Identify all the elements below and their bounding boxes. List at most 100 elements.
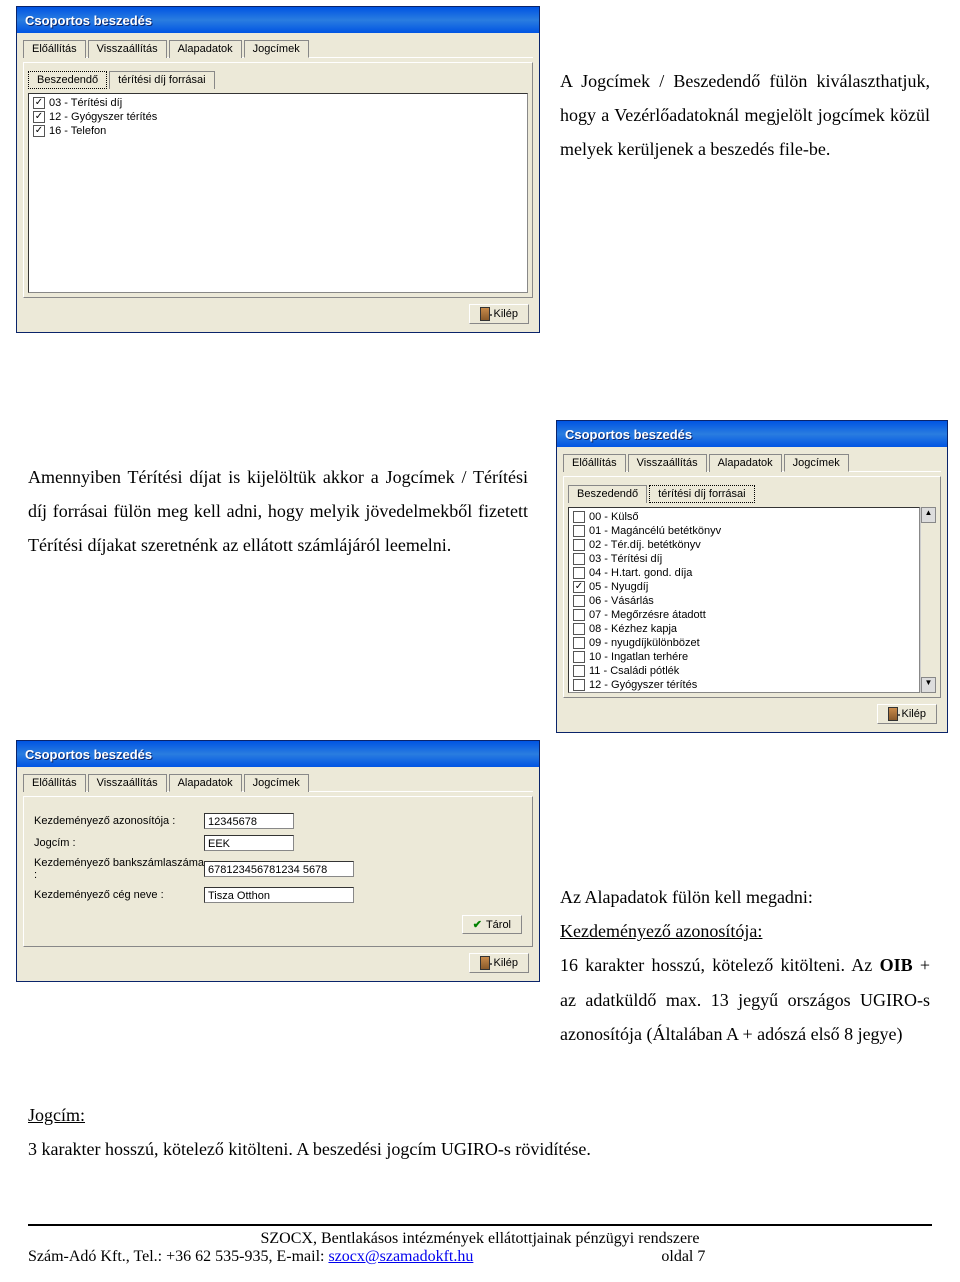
paragraph-2: Amennyiben Térítési díjat is kijelöltük … — [28, 460, 528, 563]
tab-jogcimek[interactable]: Jogcímek — [784, 454, 849, 472]
paragraph-3: Az Alapadatok fülön kell megadni: Kezdem… — [560, 880, 930, 1051]
scroll-down-icon[interactable]: ▼ — [921, 677, 936, 693]
scrollbar[interactable]: ▲ ▼ — [920, 507, 936, 693]
ceg-input[interactable]: Tisza Otthon — [204, 887, 354, 903]
list-item[interactable]: 06 - Vásárlás — [571, 594, 917, 608]
list-item[interactable]: 08 - Kézhez kapja — [571, 622, 917, 636]
checkbox-icon[interactable] — [573, 525, 585, 537]
list-item[interactable]: 00 - Külső — [571, 510, 917, 524]
checkbox-icon[interactable] — [573, 511, 585, 523]
para3-text-pre: 16 karakter hosszú, kötelező kitölteni. … — [560, 955, 880, 975]
checkbox-icon[interactable] — [573, 567, 585, 579]
checklist[interactable]: 03 - Térítési díj 12 - Gyógyszer térítés… — [28, 93, 528, 293]
checkbox-icon[interactable] — [33, 97, 45, 109]
footer-email-link[interactable]: szocx@szamadokft.hu — [328, 1248, 473, 1265]
checkbox-icon[interactable] — [573, 623, 585, 635]
checkbox-icon[interactable] — [33, 111, 45, 123]
para3-line1: Az Alapadatok fülön kell megadni: — [560, 880, 930, 914]
list-item[interactable]: 12 - Gyógyszer térítés — [571, 678, 917, 692]
list-item[interactable]: 03 - Térítési díj — [31, 96, 525, 110]
list-item[interactable]: 12 - Gyógyszer térítés — [31, 110, 525, 124]
item-label: 10 - Ingatlan terhére — [589, 650, 688, 664]
checkbox-icon[interactable] — [573, 553, 585, 565]
list-item[interactable]: 04 - H.tart. gond. díja — [571, 566, 917, 580]
window-jogcimek-beszedendo: Csoportos beszedés Előállítás Visszaállí… — [16, 6, 540, 333]
exit-button[interactable]: Kilép — [469, 953, 529, 973]
main-tabs: Előállítás Visszaállítás Alapadatok Jogc… — [23, 39, 533, 58]
jogcim-input[interactable]: EEK — [204, 835, 294, 851]
tab-jogcimek[interactable]: Jogcímek — [244, 774, 309, 792]
list-item[interactable]: 03 - Térítési díj — [571, 552, 917, 566]
tab-visszaallitas[interactable]: Visszaállítás — [628, 454, 707, 472]
list-item[interactable]: 05 - Nyugdíj — [571, 580, 917, 594]
window-teritesi-forrasai: Csoportos beszedés Előállítás Visszaállí… — [556, 420, 948, 733]
exit-button[interactable]: Kilép — [877, 704, 937, 724]
checkbox-icon[interactable] — [33, 125, 45, 137]
list-item[interactable]: 11 - Családi pótlék — [571, 664, 917, 678]
subtab-beszedendo[interactable]: Beszedendő — [28, 71, 107, 89]
paragraph-4: Jogcím: 3 karakter hosszú, kötelező kitö… — [28, 1098, 928, 1166]
item-label: 16 - Telefon — [49, 124, 106, 138]
checkbox-icon[interactable] — [573, 609, 585, 621]
tab-jogcimek[interactable]: Jogcímek — [244, 40, 309, 58]
window-title: Csoportos beszedés — [25, 13, 152, 28]
subtab-teritesi[interactable]: térítési díj forrásai — [109, 71, 214, 89]
item-label: 06 - Vásárlás — [589, 594, 654, 608]
tab-alapadatok[interactable]: Alapadatok — [169, 40, 242, 58]
item-label: 02 - Tér.díj. betétkönyv — [589, 538, 701, 552]
check-icon: ✔ — [473, 918, 482, 931]
tab-alapadatok[interactable]: Alapadatok — [709, 454, 782, 472]
footer-page: oldal 7 — [661, 1248, 705, 1265]
tab-eloallitas[interactable]: Előállítás — [23, 40, 86, 58]
tab-eloallitas[interactable]: Előállítás — [23, 774, 86, 792]
titlebar[interactable]: Csoportos beszedés — [17, 7, 539, 33]
para3-bold: OIB — [880, 955, 913, 975]
checkbox-icon[interactable] — [573, 595, 585, 607]
checkbox-icon[interactable] — [573, 679, 585, 691]
scroll-up-icon[interactable]: ▲ — [921, 507, 936, 523]
door-icon — [480, 307, 490, 321]
item-label: 04 - H.tart. gond. díja — [589, 566, 692, 580]
list-item[interactable]: 07 - Megőrzésre átadott — [571, 608, 917, 622]
para4-text: 3 karakter hosszú, kötelező kitölteni. A… — [28, 1132, 928, 1166]
checkbox-icon[interactable] — [573, 637, 585, 649]
checkbox-icon[interactable] — [573, 665, 585, 677]
checkbox-icon[interactable] — [573, 651, 585, 663]
checkbox-icon[interactable] — [573, 539, 585, 551]
item-label: 07 - Megőrzésre átadott — [589, 608, 706, 622]
checklist[interactable]: 00 - Külső 01 - Magáncélú betétkönyv 02 … — [568, 507, 920, 693]
subtab-teritesi[interactable]: térítési díj forrásai — [649, 485, 754, 503]
save-button[interactable]: ✔Tárol — [462, 915, 522, 934]
list-item[interactable]: 16 - Telefon — [31, 124, 525, 138]
main-tabs: Előállítás Visszaállítás Alapadatok Jogc… — [23, 773, 533, 792]
page-footer: SZOCX, Bentlakásos intézmények ellátottj… — [28, 1224, 932, 1266]
checkbox-icon[interactable] — [573, 581, 585, 593]
bank-input[interactable]: 678123456781234 5678 — [204, 861, 354, 877]
titlebar[interactable]: Csoportos beszedés — [17, 741, 539, 767]
list-item[interactable]: 01 - Magáncélú betétkönyv — [571, 524, 917, 538]
jogcim-label: Jogcím : — [34, 837, 204, 849]
tab-alapadatok[interactable]: Alapadatok — [169, 774, 242, 792]
para3-heading: Kezdeményező azonosítója: — [560, 914, 930, 948]
paragraph-1: A Jogcímek / Beszedendő fülön kiválaszth… — [560, 64, 930, 167]
titlebar[interactable]: Csoportos beszedés — [557, 421, 947, 447]
exit-button[interactable]: Kilép — [469, 304, 529, 324]
subtab-beszedendo[interactable]: Beszedendő — [568, 485, 647, 503]
item-label: 03 - Térítési díj — [589, 552, 662, 566]
list-item[interactable]: 10 - Ingatlan terhére — [571, 650, 917, 664]
list-item[interactable]: 09 - nyugdíjkülönbözet — [571, 636, 917, 650]
id-input[interactable]: 12345678 — [204, 813, 294, 829]
tab-eloallitas[interactable]: Előállítás — [563, 454, 626, 472]
item-label: 01 - Magáncélú betétkönyv — [589, 524, 721, 538]
id-label: Kezdeményező azonosítója : — [34, 815, 204, 827]
window-title: Csoportos beszedés — [25, 747, 152, 762]
main-tabs: Előállítás Visszaállítás Alapadatok Jogc… — [563, 453, 941, 472]
footer-line1: SZOCX, Bentlakásos intézmények ellátottj… — [28, 1230, 932, 1248]
list-item[interactable]: 02 - Tér.díj. betétkönyv — [571, 538, 917, 552]
tab-visszaallitas[interactable]: Visszaállítás — [88, 40, 167, 58]
door-icon — [480, 956, 490, 970]
tab-visszaallitas[interactable]: Visszaállítás — [88, 774, 167, 792]
exit-label: Kilép — [494, 308, 518, 320]
para4-heading: Jogcím: — [28, 1098, 928, 1132]
bank-label: Kezdeményező bankszámlaszáma : — [34, 857, 204, 881]
